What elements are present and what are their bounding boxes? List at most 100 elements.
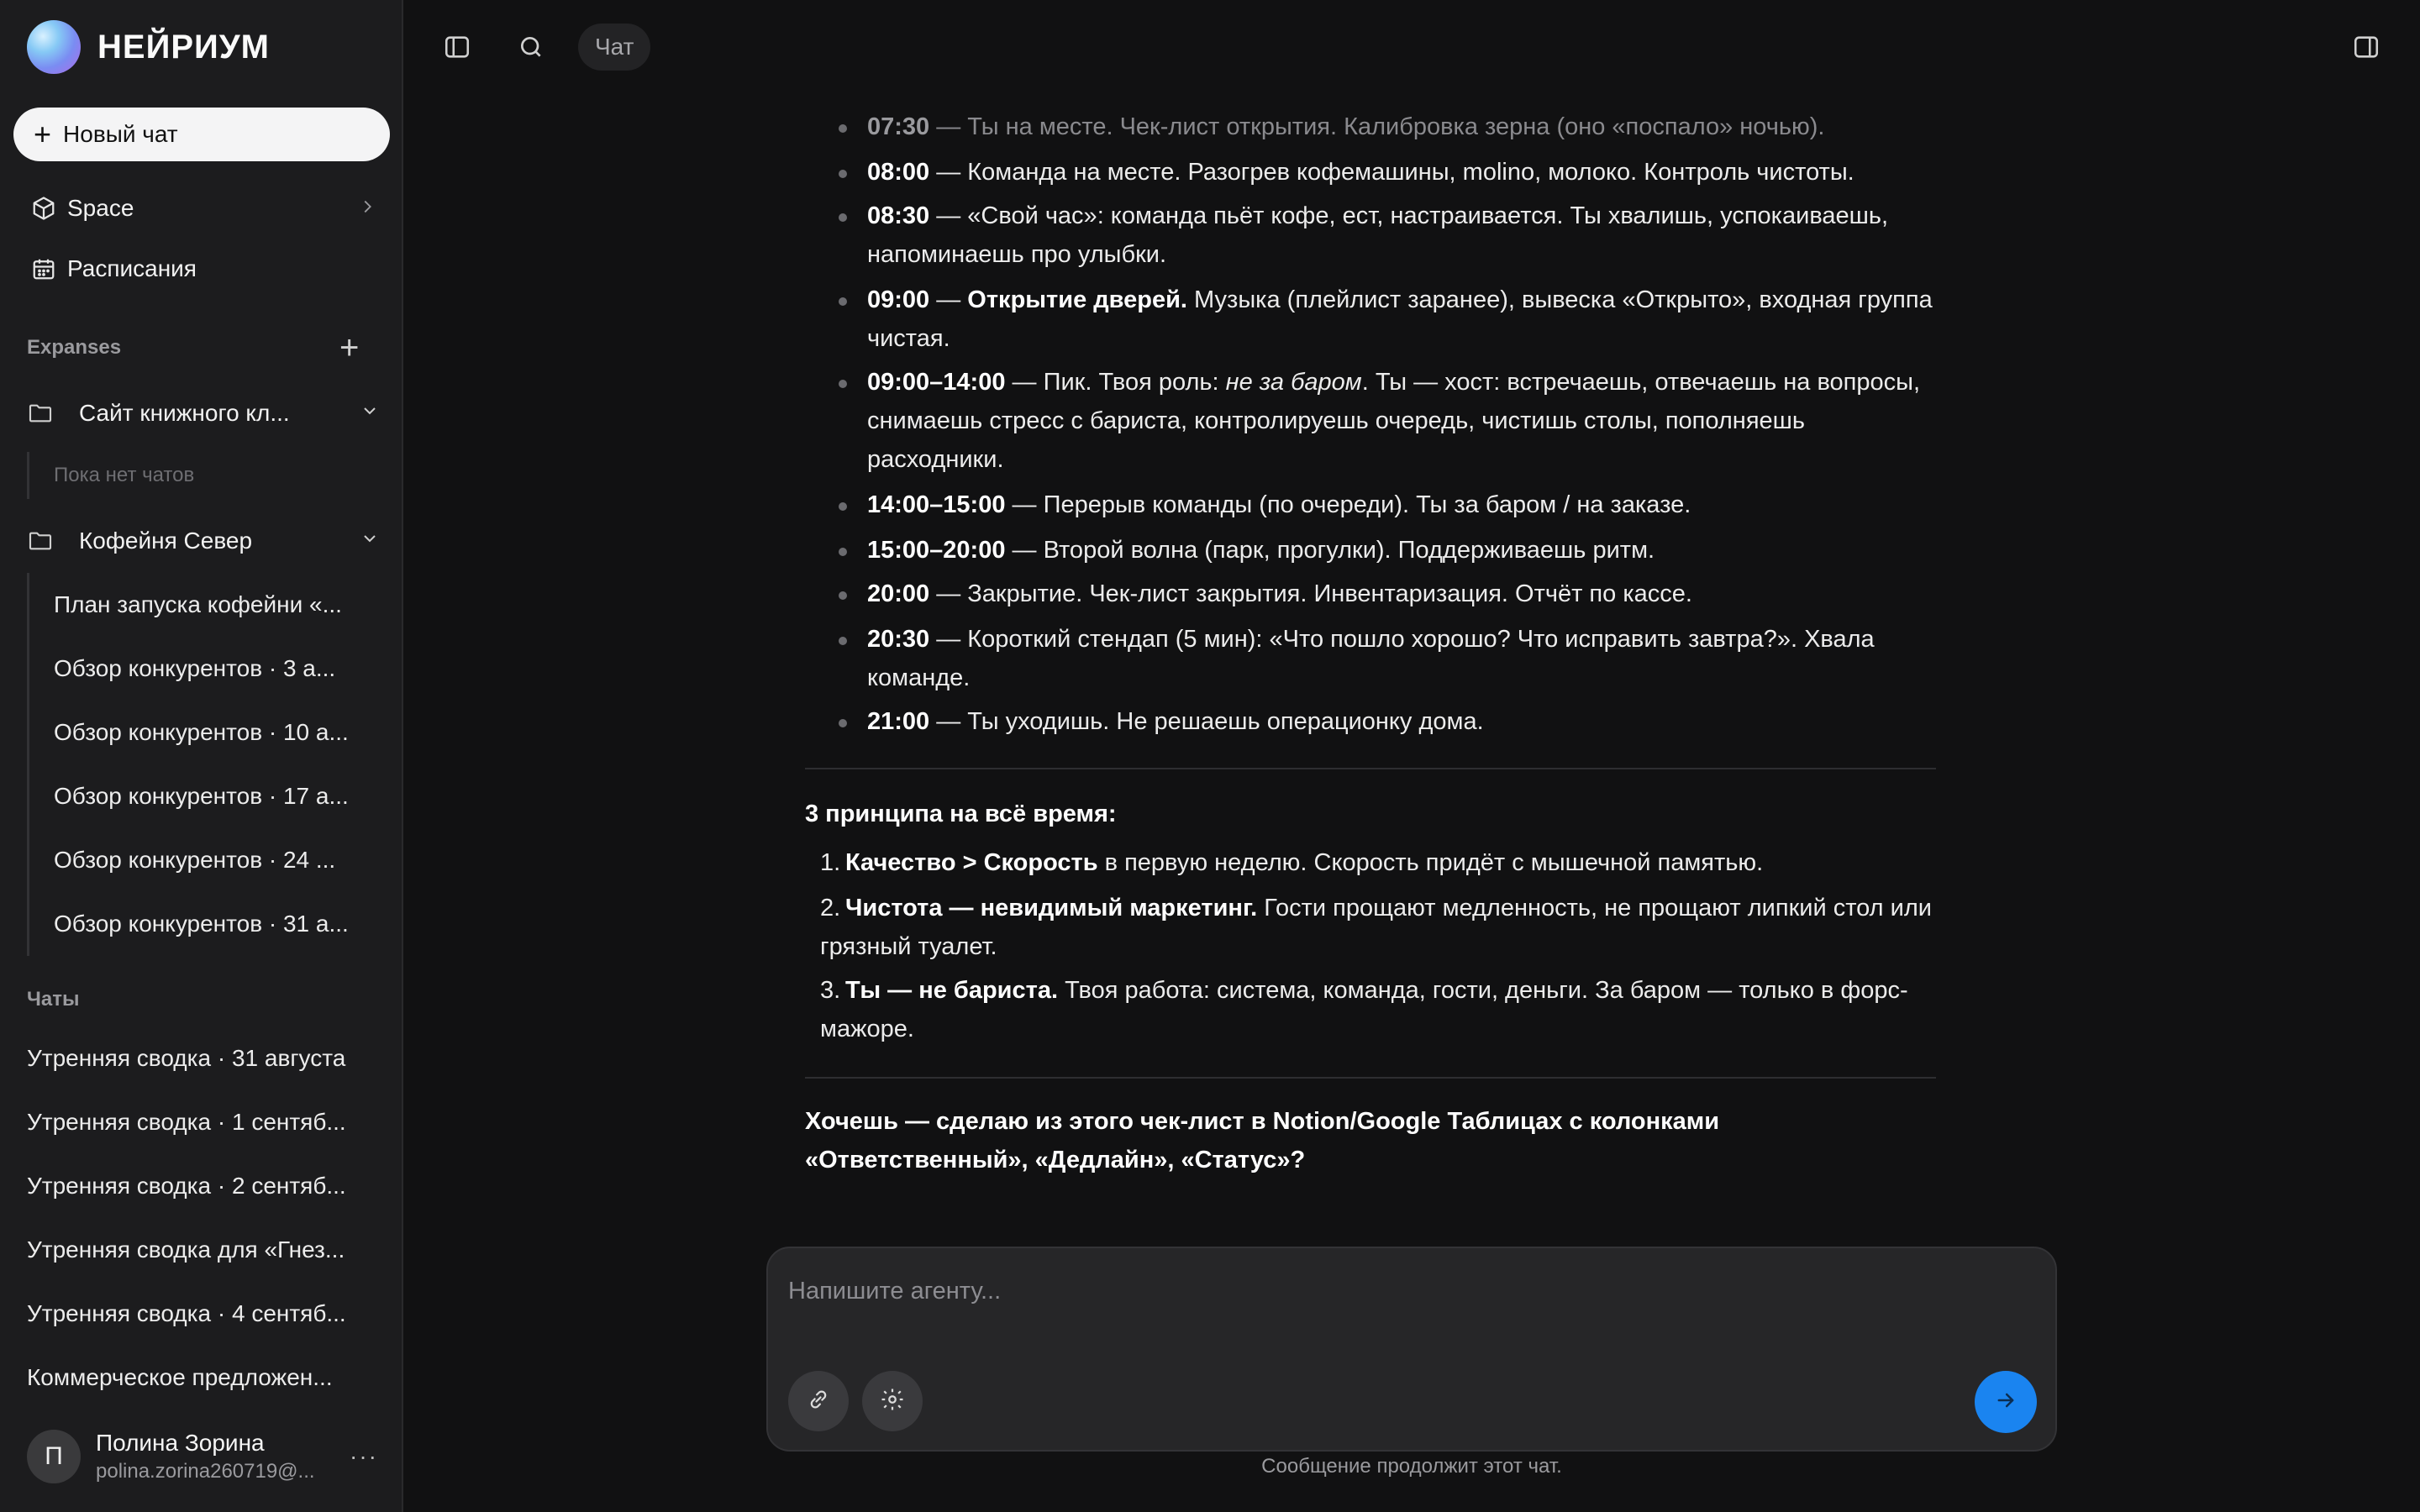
chevron-right-icon [358, 195, 376, 222]
chat-item-label: Утренняя сводка · 4 сентяб... [27, 1300, 346, 1326]
folder-chat-label: Обзор конкурентов · 10 а... [54, 719, 349, 745]
cube-icon [30, 195, 57, 222]
folder-chat-item[interactable]: Обзор конкурентов · 31 а... [29, 892, 376, 956]
schedule-time: 15:00–20:00 [867, 537, 1006, 564]
principle-number: 3. [820, 977, 841, 1004]
schedule-time: 21:00 [867, 708, 930, 735]
folder-chat-label: Обзор конкурентов · 31 а... [54, 911, 349, 937]
folder-chat-label: Обзор конкурентов · 24 ... [54, 847, 336, 873]
schedule-item: 08:00 — Команда на месте. Разогрев кофем… [820, 153, 1938, 192]
message-input[interactable] [788, 1270, 2032, 1312]
message-composer [766, 1247, 2057, 1452]
nav-item-space[interactable]: Space [30, 185, 376, 232]
brand[interactable]: НЕЙРИУМ [27, 20, 270, 74]
schedule-text: — Ты уходишь. Не решаешь операционку дом… [929, 708, 1484, 735]
toggle-sidebar-button[interactable] [440, 30, 474, 64]
gear-icon [880, 1387, 905, 1416]
chat-item[interactable]: Коммерческое предложен... [27, 1354, 376, 1401]
schedule-item: 14:00–15:00 — Перерыв команды (по очеред… [820, 486, 1938, 524]
schedule-time: 14:00–15:00 [867, 491, 1006, 518]
arrow-right-icon [1994, 1389, 2018, 1416]
principles-heading: 3 принципа на всё время: [805, 801, 1117, 827]
chevron-down-icon[interactable] [360, 528, 380, 554]
chat-item[interactable]: Утренняя сводка · 1 сентяб... [27, 1099, 376, 1146]
chats-label: Чаты [27, 988, 80, 1011]
paperclip-icon [806, 1387, 831, 1416]
chat-mode-pill[interactable]: Чат [578, 24, 651, 71]
avatar: П [27, 1430, 81, 1483]
folder-chat-item[interactable]: План запуска кофейни «... [29, 573, 376, 637]
chat-item-label: Утренняя сводка · 2 сентяб... [27, 1173, 346, 1199]
schedule-text: — Команда на месте. Разогрев кофемашины,… [929, 159, 1854, 186]
schedule-italic: не за баром [1225, 369, 1362, 396]
principle-number: 1. [820, 849, 841, 876]
schedule-item: 08:30 — «Свой час»: команда пьёт кофе, е… [820, 197, 1938, 274]
folder-children: План запуска кофейни «... Обзор конкурен… [27, 573, 376, 956]
search-icon[interactable] [514, 30, 548, 64]
attach-button[interactable] [788, 1371, 849, 1431]
folder-chat-item[interactable]: Обзор конкурентов · 3 а... [29, 637, 376, 701]
folder-chat-item[interactable]: Обзор конкурентов · 24 ... [29, 828, 376, 892]
toggle-right-panel-button[interactable] [2349, 30, 2383, 64]
folder-chat-item[interactable]: Обзор конкурентов · 10 а... [29, 701, 376, 764]
schedule-time: 20:30 [867, 626, 930, 653]
principle-item: 1. Качество > Скорость в первую неделю. С… [820, 843, 1938, 882]
chat-item[interactable]: Утренняя сводка · 4 сентяб... [27, 1290, 376, 1337]
settings-button[interactable] [862, 1371, 923, 1431]
schedule-item: 21:00 — Ты уходишь. Не решаешь операцион… [820, 702, 1938, 741]
calendar-icon [30, 255, 57, 282]
sidebar: НЕЙРИУМ + Новый чат Space Расписания Exp… [0, 0, 403, 1512]
schedule-text: — Второй волна (парк, прогулки). Поддерж… [1005, 537, 1655, 564]
folder-label: Кофейня Север [79, 528, 253, 554]
folder-chat-label: Обзор конкурентов · 17 а... [54, 783, 349, 809]
nav-item-label: Space [67, 195, 134, 221]
schedule-item: 07:30 — Ты на месте. Чек-лист открытия. … [820, 108, 1938, 146]
folder-icon [27, 400, 54, 427]
schedule-time: 20:00 [867, 580, 930, 607]
user-profile[interactable]: П Полина Зорина polina.zorina260719@... … [0, 1401, 402, 1512]
folder-label: Сайт книжного кл... [79, 400, 290, 426]
brand-name: НЕЙРИУМ [97, 28, 270, 66]
principle-bold: Ты — не бариста. [845, 977, 1059, 1004]
folder-icon [27, 528, 54, 554]
folder-chat-item[interactable]: Обзор конкурентов · 17 а... [29, 764, 376, 828]
principle-text: в первую неделю. Скорость придёт с мышеч… [1097, 849, 1764, 876]
schedule-item: 20:30 — Короткий стендап (5 мин): «Что п… [820, 620, 1938, 697]
schedule-time: 08:00 [867, 159, 930, 186]
principle-bold: Чистота — невидимый маркетинг. [845, 895, 1258, 921]
chat-item-label: Утренняя сводка · 31 августа [27, 1045, 346, 1071]
chat-item[interactable]: Утренняя сводка · 31 августа [27, 1035, 376, 1082]
schedule-time: 09:00 [867, 286, 930, 313]
principle-bold: Качество > Скорость [845, 849, 1098, 876]
add-expanse-button[interactable]: + [339, 331, 359, 365]
top-fade [403, 0, 2420, 101]
schedule-text: — Пик. Твоя роль: [1005, 369, 1226, 396]
nav-item-schedules[interactable]: Расписания [30, 245, 376, 292]
schedule-time: 09:00–14:00 [867, 369, 1006, 396]
composer-footer-note: Сообщение продолжит этот чат. [1261, 1455, 1562, 1478]
folder-item[interactable]: Кофейня Север [27, 517, 380, 564]
more-icon[interactable]: ··· [350, 1443, 378, 1470]
new-chat-button[interactable]: + Новый чат [13, 108, 390, 161]
plus-icon: + [34, 117, 52, 151]
send-button[interactable] [1975, 1371, 2037, 1433]
folder-item[interactable]: Сайт книжного кл... [27, 390, 380, 437]
user-name: Полина Зорина [96, 1430, 265, 1456]
schedule-item: 09:00 — Открытие дверей. Музыка (плейлис… [820, 281, 1938, 358]
folder-children: Пока нет чатов [27, 452, 194, 499]
chat-item[interactable]: Утренняя сводка для «Гнез... [27, 1226, 376, 1273]
chat-item[interactable]: Утренняя сводка · 2 сентяб... [27, 1163, 376, 1210]
schedule-item: 15:00–20:00 — Второй волна (парк, прогул… [820, 531, 1938, 570]
schedule-bold: Открытие дверей. [967, 286, 1187, 313]
brand-logo [27, 20, 81, 74]
chevron-down-icon[interactable] [360, 400, 380, 427]
folder-chat-label: Обзор конкурентов · 3 а... [54, 655, 336, 681]
user-info: Полина Зорина polina.zorina260719@... [96, 1430, 331, 1483]
schedule-text: — «Свой час»: команда пьёт кофе, ест, на… [867, 202, 1889, 268]
principle-number: 2. [820, 895, 841, 921]
new-chat-label: Новый чат [63, 121, 178, 147]
expanses-label: Expanses [27, 336, 122, 359]
principle-item: 3. Ты — не бариста. Твоя работа: система,… [820, 971, 1938, 1048]
schedule-text: — Перерыв команды (по очереди). Ты за ба… [1005, 491, 1691, 518]
nav-item-label: Расписания [67, 255, 197, 281]
